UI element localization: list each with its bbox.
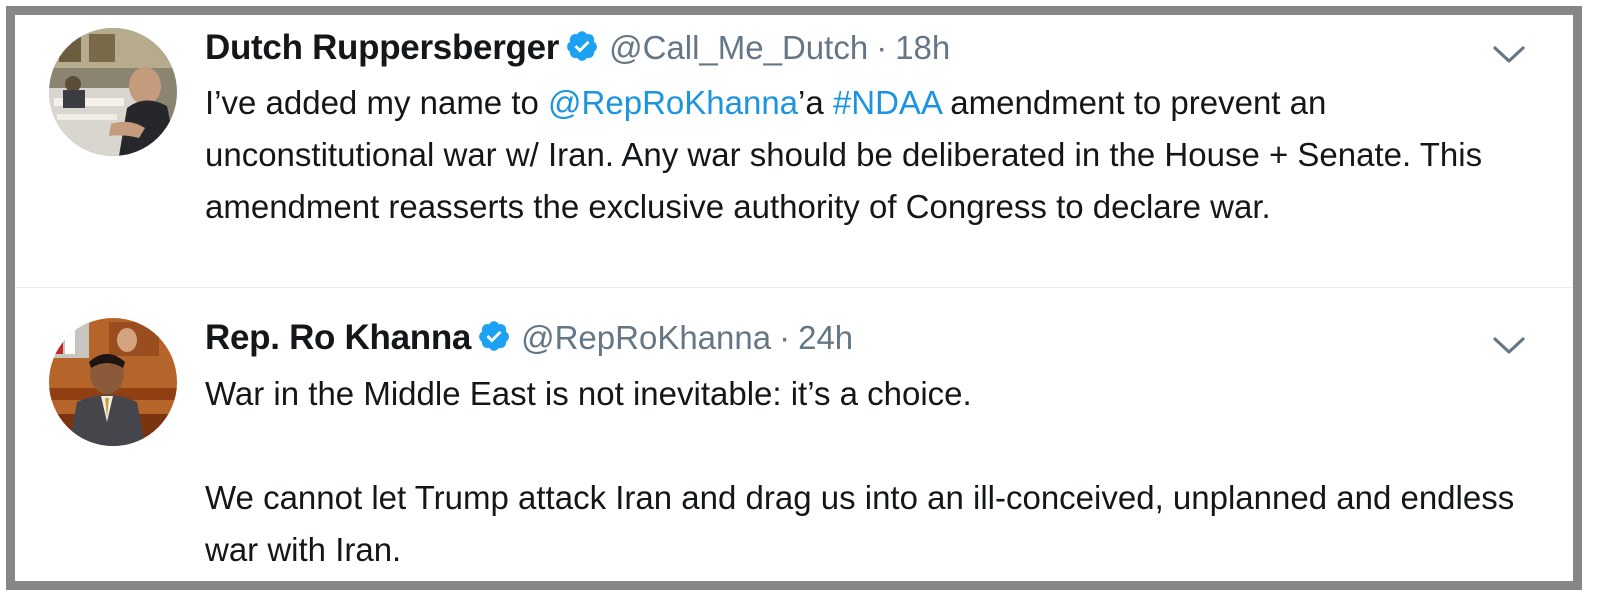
tweet[interactable]: Dutch Ruppersberger @Call_Me_Dutch · 18h…	[15, 15, 1573, 288]
hashtag-link[interactable]: #NDAA	[833, 84, 941, 121]
separator: ·	[779, 319, 791, 356]
tweet-text: I’ve added my name to @RepRoKhanna’a #ND…	[205, 77, 1533, 233]
handle[interactable]: @Call_Me_Dutch	[609, 29, 868, 67]
tweet-thread-frame: Dutch Ruppersberger @Call_Me_Dutch · 18h…	[6, 6, 1582, 590]
text-segment: ’a	[798, 84, 833, 121]
timestamp[interactable]: 24h	[798, 319, 853, 357]
timestamp[interactable]: 18h	[895, 29, 950, 67]
avatar[interactable]	[49, 28, 177, 156]
chevron-down-icon[interactable]	[1491, 42, 1527, 66]
display-name[interactable]: Dutch Ruppersberger	[205, 28, 559, 68]
separator: ·	[876, 29, 888, 66]
chevron-down-icon[interactable]	[1491, 333, 1527, 357]
display-name[interactable]: Rep. Ro Khanna	[205, 318, 471, 358]
verified-badge-icon	[565, 29, 599, 63]
handle[interactable]: @RepRoKhanna	[521, 319, 771, 357]
verified-badge-icon	[477, 319, 511, 353]
text-segment: I’ve added my name to	[205, 84, 549, 121]
tweet-header: Dutch Ruppersberger @Call_Me_Dutch · 18h	[205, 25, 950, 68]
tweet[interactable]: Rep. Ro Khanna @RepRoKhanna · 24h War in…	[15, 288, 1573, 581]
avatar-photo	[49, 318, 177, 446]
tweet-text: War in the Middle East is not inevitable…	[205, 375, 1515, 568]
avatar[interactable]	[49, 318, 177, 446]
tweet-header: Rep. Ro Khanna @RepRoKhanna · 24h	[205, 315, 853, 358]
avatar-photo	[49, 28, 177, 156]
mention-link[interactable]: @RepRoKhanna	[548, 84, 798, 121]
